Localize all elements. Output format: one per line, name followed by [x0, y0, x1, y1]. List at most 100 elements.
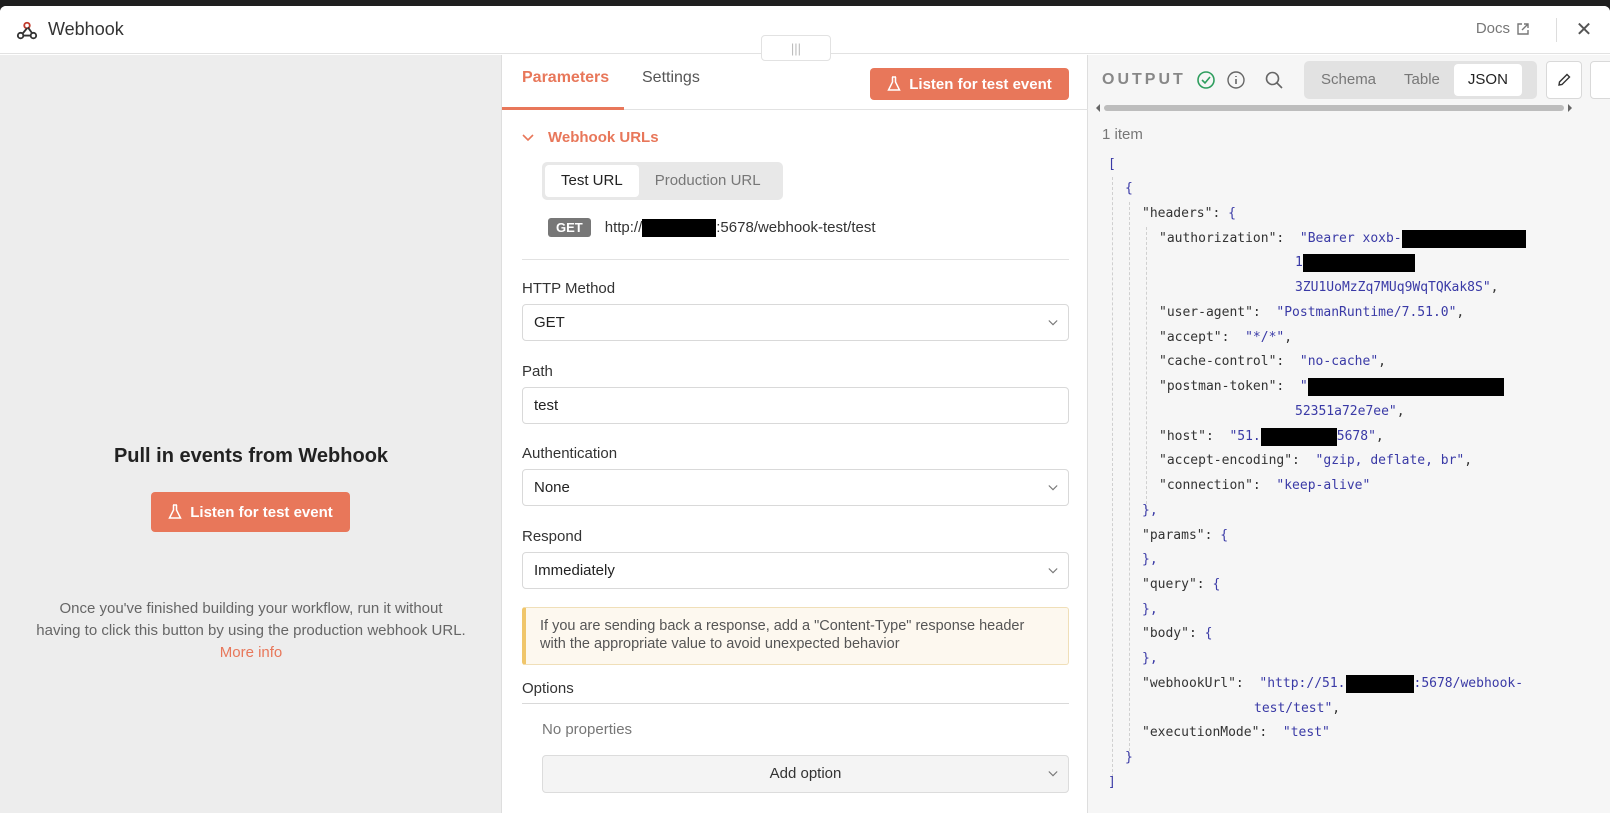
pencil-icon — [1558, 73, 1571, 86]
node-details-window: Webhook Docs ✕ Pull in events from Webho… — [0, 6, 1610, 813]
webhook-url: http:// :5678/webhook-test/test — [604, 218, 876, 237]
url-suffix: :5678/webhook-test/test — [716, 219, 876, 236]
close-button[interactable]: ✕ — [1570, 16, 1598, 44]
input-panel: Pull in events from Webhook Listen for t… — [0, 55, 502, 813]
authentication-label: Authentication — [522, 445, 618, 462]
more-actions-button[interactable] — [1590, 61, 1610, 99]
json-line: "accept": "*/*", — [1159, 330, 1293, 345]
json-line: "postman-token": " — [1159, 377, 1504, 397]
webhook-urls-title: Webhook URLs — [548, 129, 659, 146]
redacted-block — [642, 218, 717, 237]
json-line: 52351a72e7ee", — [1295, 404, 1405, 419]
output-panel: OUTPUT Schema Table JSON 1 item [{"hea… — [1088, 55, 1610, 813]
json-line: "body": { — [1142, 626, 1213, 641]
indent-guide — [1112, 177, 1113, 777]
listen-test-event-button-top[interactable]: Listen for test event — [870, 68, 1069, 100]
json-line: "headers": { — [1142, 206, 1236, 221]
horizontal-scrollbar[interactable] — [1094, 103, 1574, 113]
path-input[interactable]: test — [522, 387, 1069, 424]
content-type-notice: If you are sending back a response, add … — [522, 607, 1069, 665]
json-line: }, — [1142, 602, 1158, 617]
webhook-urls-toggle[interactable]: Webhook URLs — [522, 129, 659, 146]
production-hint: Once you've finished building your workf… — [36, 598, 466, 664]
chevron-down-icon — [1048, 568, 1058, 574]
external-link-icon — [1517, 22, 1529, 35]
title-divider — [1556, 18, 1557, 42]
parameters-panel: ||| Parameters Settings Listen for test … — [502, 35, 1088, 813]
flask-icon — [887, 76, 901, 91]
json-line: "host": "51. 5678", — [1159, 427, 1384, 446]
add-option-label: Add option — [769, 765, 842, 782]
url-type-switch: Test URL Production URL — [542, 162, 783, 200]
http-method-select[interactable]: GET — [522, 304, 1069, 341]
json-line: "query": { — [1142, 577, 1221, 592]
info-icon[interactable] — [1226, 70, 1246, 90]
indent-guide — [1129, 202, 1130, 756]
window-title: Webhook — [48, 19, 124, 39]
json-line: "authorization": "Bearer xoxb- — [1159, 229, 1526, 249]
json-line: "user-agent": "PostmanRuntime/7.51.0", — [1159, 305, 1465, 320]
indent-guide — [1146, 227, 1147, 509]
output-view-switch: Schema Table JSON — [1304, 61, 1537, 99]
chevron-down-icon — [1048, 485, 1058, 491]
no-properties-text: No properties — [542, 721, 633, 738]
json-line: "params": { — [1142, 528, 1229, 543]
hint-text: Once you've finished building your workf… — [36, 600, 466, 639]
parameter-tabs: Parameters Settings Listen for test even… — [502, 55, 1088, 110]
http-method-label: HTTP Method — [522, 280, 616, 297]
search-icon[interactable] — [1264, 70, 1284, 90]
production-url-tab[interactable]: Production URL — [639, 165, 777, 197]
listen-label: Listen for test event — [190, 503, 333, 521]
success-check-icon — [1197, 71, 1215, 89]
test-url-tab[interactable]: Test URL — [545, 165, 639, 197]
webhook-icon — [16, 21, 38, 40]
json-line: "webhookUrl": "http://51.:5678/webhook- — [1142, 674, 1524, 693]
json-line: }, — [1142, 503, 1158, 518]
json-line: ] — [1108, 775, 1116, 790]
http-method-value: GET — [534, 314, 565, 331]
path-label: Path — [522, 363, 553, 380]
method-badge: GET — [548, 218, 591, 237]
divider — [522, 259, 1069, 260]
active-tab-indicator — [502, 107, 624, 110]
json-line: 1 — [1295, 253, 1415, 273]
chevron-down-icon — [522, 133, 534, 141]
more-info-link[interactable]: More info — [220, 644, 283, 661]
json-line: "accept-encoding": "gzip, deflate, br", — [1159, 453, 1473, 468]
tab-settings[interactable]: Settings — [642, 69, 700, 87]
url-prefix: http:// — [604, 219, 643, 236]
json-line: { — [1125, 181, 1133, 196]
add-option-button[interactable]: Add option — [542, 755, 1069, 793]
json-line: "connection": "keep-alive" — [1159, 478, 1371, 493]
options-label: Options — [522, 680, 574, 697]
docs-label: Docs — [1475, 20, 1510, 37]
respond-label: Respond — [522, 528, 583, 545]
listen-test-event-button[interactable]: Listen for test event — [151, 492, 350, 532]
tab-parameters[interactable]: Parameters — [522, 69, 609, 87]
json-line: [ — [1108, 157, 1116, 172]
view-schema[interactable]: Schema — [1307, 64, 1390, 96]
docs-link[interactable]: Docs — [1476, 20, 1530, 37]
output-label: OUTPUT — [1102, 71, 1186, 88]
json-line: "executionMode": "test" — [1142, 725, 1330, 740]
options-divider — [522, 703, 1069, 704]
scrollbar-thumb[interactable] — [1104, 105, 1564, 111]
json-line: } — [1125, 750, 1133, 765]
respond-select[interactable]: Immediately — [522, 552, 1069, 589]
scroll-left-icon — [1096, 104, 1100, 112]
drag-handle[interactable]: ||| — [761, 35, 831, 61]
scroll-right-icon — [1568, 104, 1572, 112]
view-table[interactable]: Table — [1390, 64, 1454, 96]
chevron-down-icon — [1048, 320, 1058, 326]
json-line: }, — [1142, 651, 1158, 666]
view-json[interactable]: JSON — [1453, 64, 1522, 96]
json-line: test/test", — [1254, 701, 1341, 716]
json-line: "cache-control": "no-cache", — [1159, 354, 1386, 369]
authentication-select[interactable]: None — [522, 469, 1069, 506]
pull-events-heading: Pull in events from Webhook — [113, 445, 389, 467]
flask-icon — [168, 504, 182, 519]
edit-output-button[interactable] — [1546, 61, 1582, 99]
respond-value: Immediately — [534, 562, 615, 579]
chevron-down-icon — [1048, 771, 1058, 777]
webhook-url-row[interactable]: GET http:// :5678/webhook-test/test — [548, 218, 876, 237]
